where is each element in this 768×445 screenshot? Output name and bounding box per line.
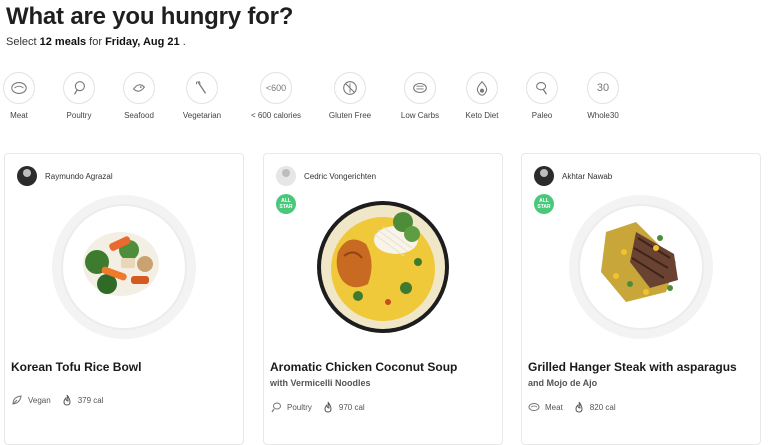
filter-label: Vegetarian — [182, 111, 222, 120]
meal-count: 12 meals — [39, 36, 87, 48]
meal-card[interactable]: Raymundo Agrazal Korean Tofu Rice Bowl V… — [4, 153, 244, 445]
meal-title[interactable]: Aromatic Chicken Coconut Soup — [270, 360, 457, 374]
calories-icon: <600 — [260, 72, 292, 104]
all-star-badge: ALL STAR — [276, 194, 296, 214]
meal-tag: Meat — [545, 402, 563, 412]
filter-under-600-calories[interactable]: <600 < 600 calories — [241, 72, 311, 120]
filter-label: Seafood — [124, 111, 154, 120]
meal-card[interactable]: Akhtar Nawab ALL STAR Grilled Hanger Ste… — [521, 153, 761, 445]
delivery-date[interactable]: Friday, Aug 21 — [105, 36, 180, 48]
page-title: What are you hungry for? — [6, 3, 294, 30]
meal-subtitle: with Vermicelli Noodles — [270, 378, 371, 388]
filter-label: < 600 calories — [250, 111, 302, 120]
vegan-icon — [12, 395, 22, 405]
selection-instructions: Select 12 meals for Friday, Aug 21 . — [6, 36, 186, 48]
flame-icon — [63, 394, 71, 406]
all-star-badge: ALL STAR — [534, 194, 554, 214]
filter-low-carbs[interactable]: Low Carbs — [385, 72, 455, 120]
low-carbs-icon — [404, 72, 436, 104]
meal-tag: Poultry — [287, 402, 312, 412]
whole30-icon-text: 30 — [596, 82, 610, 94]
meal-meta: Vegan 379 cal — [11, 394, 104, 406]
filter-paleo[interactable]: Paleo — [507, 72, 577, 120]
meal-meta: Meat 820 cal — [528, 401, 616, 413]
filter-gluten-free[interactable]: Gluten Free — [315, 72, 385, 120]
chef-avatar — [276, 166, 296, 186]
chef-avatar — [17, 166, 37, 186]
filter-vegetarian[interactable]: Vegetarian — [167, 72, 237, 120]
chef-avatar — [534, 166, 554, 186]
filter-label: Whole30 — [587, 111, 619, 120]
meal-photo — [52, 195, 196, 339]
select-prefix: Select — [6, 36, 40, 48]
diet-filters: Meat Poultry Seafood Vegetarian <600 < 6… — [0, 72, 640, 122]
for-word: for — [86, 36, 106, 48]
seafood-icon — [123, 72, 155, 104]
gluten-free-icon — [334, 72, 366, 104]
meal-card[interactable]: Cedric Vongerichten ALL STAR Aromatic Ch… — [263, 153, 503, 445]
vegetarian-icon — [186, 72, 218, 104]
keto-icon — [466, 72, 498, 104]
meal-calories: 970 cal — [338, 402, 365, 412]
meat-icon — [528, 403, 540, 411]
meal-calories: 379 cal — [77, 395, 104, 405]
whole30-icon: 30 — [587, 72, 619, 104]
flame-icon — [324, 401, 332, 413]
filter-seafood[interactable]: Seafood — [104, 72, 174, 120]
poultry-icon — [271, 402, 281, 413]
paleo-icon — [526, 72, 558, 104]
chef-info: Raymundo Agrazal — [17, 166, 113, 186]
filter-label: Low Carbs — [400, 111, 440, 120]
filter-label: Paleo — [531, 111, 553, 120]
chef-name: Cedric Vongerichten — [304, 171, 377, 181]
meal-meta: Poultry 970 cal — [270, 401, 365, 413]
meal-title[interactable]: Korean Tofu Rice Bowl — [11, 360, 141, 374]
subtitle-suffix: . — [179, 36, 186, 48]
meal-title[interactable]: Grilled Hanger Steak with asparagus — [528, 360, 737, 374]
calories-icon-text: <600 — [265, 83, 287, 93]
meal-calories: 820 cal — [589, 402, 616, 412]
poultry-icon — [63, 72, 95, 104]
chef-name: Raymundo Agrazal — [45, 171, 113, 181]
filter-whole30[interactable]: 30 Whole30 — [568, 72, 638, 120]
meal-photo — [317, 201, 449, 333]
filter-label: Gluten Free — [328, 111, 372, 120]
meal-photo — [569, 195, 713, 339]
chef-info: Cedric Vongerichten — [276, 166, 376, 186]
flame-icon — [575, 401, 583, 413]
meal-tag: Vegan — [28, 395, 51, 405]
chef-info: Akhtar Nawab — [534, 166, 612, 186]
chef-name: Akhtar Nawab — [562, 171, 613, 181]
badge-line-2: STAR — [279, 204, 293, 210]
meat-icon — [3, 72, 35, 104]
badge-line-2: STAR — [537, 204, 551, 210]
meal-subtitle: and Mojo de Ajo — [528, 378, 598, 388]
